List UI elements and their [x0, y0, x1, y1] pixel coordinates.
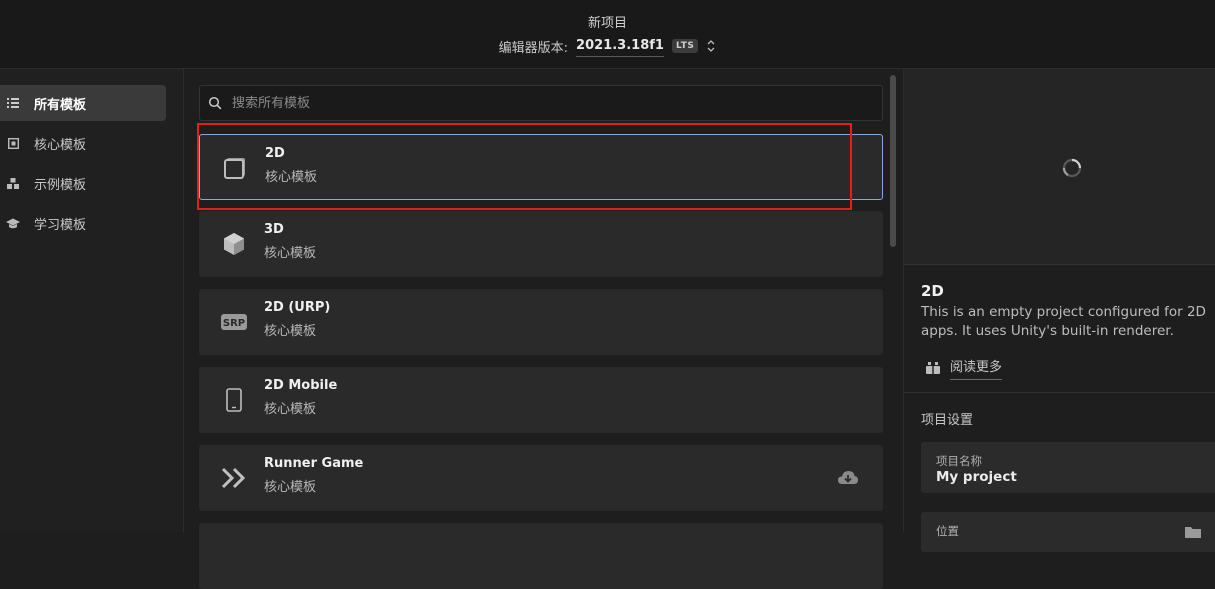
- cube-3d-icon: [221, 231, 247, 257]
- template-list-scrollbar[interactable]: [890, 75, 896, 247]
- template-card-runner-game[interactable]: Runner Game 核心模板: [199, 445, 883, 511]
- editor-version-label: 编辑器版本:: [498, 40, 569, 56]
- details-description: This is an empty project configured for …: [921, 304, 1206, 339]
- lts-badge: LTS: [671, 39, 699, 53]
- graduation-cap-icon: [6, 216, 20, 230]
- template-list-panel: 2D 核心模板 3D 核心模板 SRP 2D (URP) 核心模板: [184, 69, 902, 589]
- project-name-field[interactable]: 项目名称 My project: [921, 442, 1215, 493]
- read-more-icon: [926, 362, 940, 374]
- svg-text:SRP: SRP: [223, 318, 245, 329]
- project-settings-title: 项目设置: [921, 413, 974, 428]
- template-category: 核心模板: [265, 170, 318, 185]
- mobile-phone-icon: [221, 387, 247, 413]
- sidebar-item-sample-templates[interactable]: 示例模板: [0, 165, 166, 201]
- editor-version-select[interactable]: 2021.3.18f1: [576, 38, 664, 57]
- folder-icon[interactable]: [1185, 526, 1201, 538]
- list-icon: [6, 96, 20, 110]
- template-card-2d-urp[interactable]: SRP 2D (URP) 核心模板: [199, 289, 883, 355]
- template-category: 核心模板: [264, 246, 317, 261]
- read-more-label: 阅读更多: [950, 356, 1003, 380]
- project-name-label: 项目名称: [936, 454, 982, 468]
- sidebar-item-learning-templates[interactable]: 学习模板: [0, 205, 166, 241]
- template-card-2d[interactable]: 2D 核心模板: [199, 134, 883, 200]
- srp-icon: SRP: [221, 309, 247, 335]
- square-2d-icon: [222, 155, 248, 181]
- sidebar-item-label: 示例模板: [34, 177, 87, 193]
- loading-spinner-icon: [1062, 158, 1082, 178]
- template-name: Runner Game: [264, 456, 364, 471]
- section-divider: [904, 392, 1215, 393]
- read-more-link[interactable]: 阅读更多: [926, 356, 1003, 380]
- template-card-partial[interactable]: [199, 523, 883, 589]
- sidebar-item-all-templates[interactable]: 所有模板: [0, 85, 166, 121]
- sidebar-item-label: 所有模板: [34, 97, 87, 113]
- sidebar-item-core-templates[interactable]: 核心模板: [0, 125, 166, 161]
- template-name: 2D Mobile: [264, 378, 338, 393]
- chevron-updown-icon[interactable]: [706, 39, 716, 53]
- template-category: 核心模板: [264, 402, 317, 417]
- sidebar-item-label: 核心模板: [34, 137, 87, 153]
- window-title: 新项目: [587, 16, 627, 31]
- template-name: 2D (URP): [264, 300, 331, 315]
- editor-version-row: 编辑器版本: 2021.3.18f1 LTS: [0, 35, 1215, 57]
- project-location-field[interactable]: 位置: [921, 512, 1215, 552]
- template-preview: [904, 69, 1215, 265]
- template-category-sidebar: 所有模板 核心模板 示例模板 学习模板: [0, 69, 184, 532]
- template-name: 3D: [264, 222, 284, 237]
- template-card-2d-mobile[interactable]: 2D Mobile 核心模板: [199, 367, 883, 433]
- project-location-label: 位置: [936, 524, 959, 538]
- project-name-value[interactable]: My project: [936, 469, 1017, 485]
- template-name: 2D: [265, 146, 285, 161]
- template-category: 核心模板: [264, 480, 317, 495]
- core-square-icon: [6, 136, 20, 150]
- template-category: 核心模板: [264, 324, 317, 339]
- runner-chevrons-icon: [221, 465, 247, 491]
- search-input[interactable]: [230, 94, 854, 112]
- sidebar-item-label: 学习模板: [34, 217, 87, 233]
- details-title: 2D: [921, 282, 944, 300]
- header-bar: 新项目 编辑器版本: 2021.3.18f1 LTS: [0, 0, 1215, 69]
- cloud-download-icon[interactable]: [837, 469, 859, 487]
- sample-blocks-icon: [6, 176, 20, 190]
- template-search-box[interactable]: [199, 85, 883, 121]
- template-details-panel: 2D This is an empty project configured f…: [903, 69, 1215, 552]
- template-card-3d[interactable]: 3D 核心模板: [199, 211, 883, 277]
- search-icon: [208, 96, 222, 110]
